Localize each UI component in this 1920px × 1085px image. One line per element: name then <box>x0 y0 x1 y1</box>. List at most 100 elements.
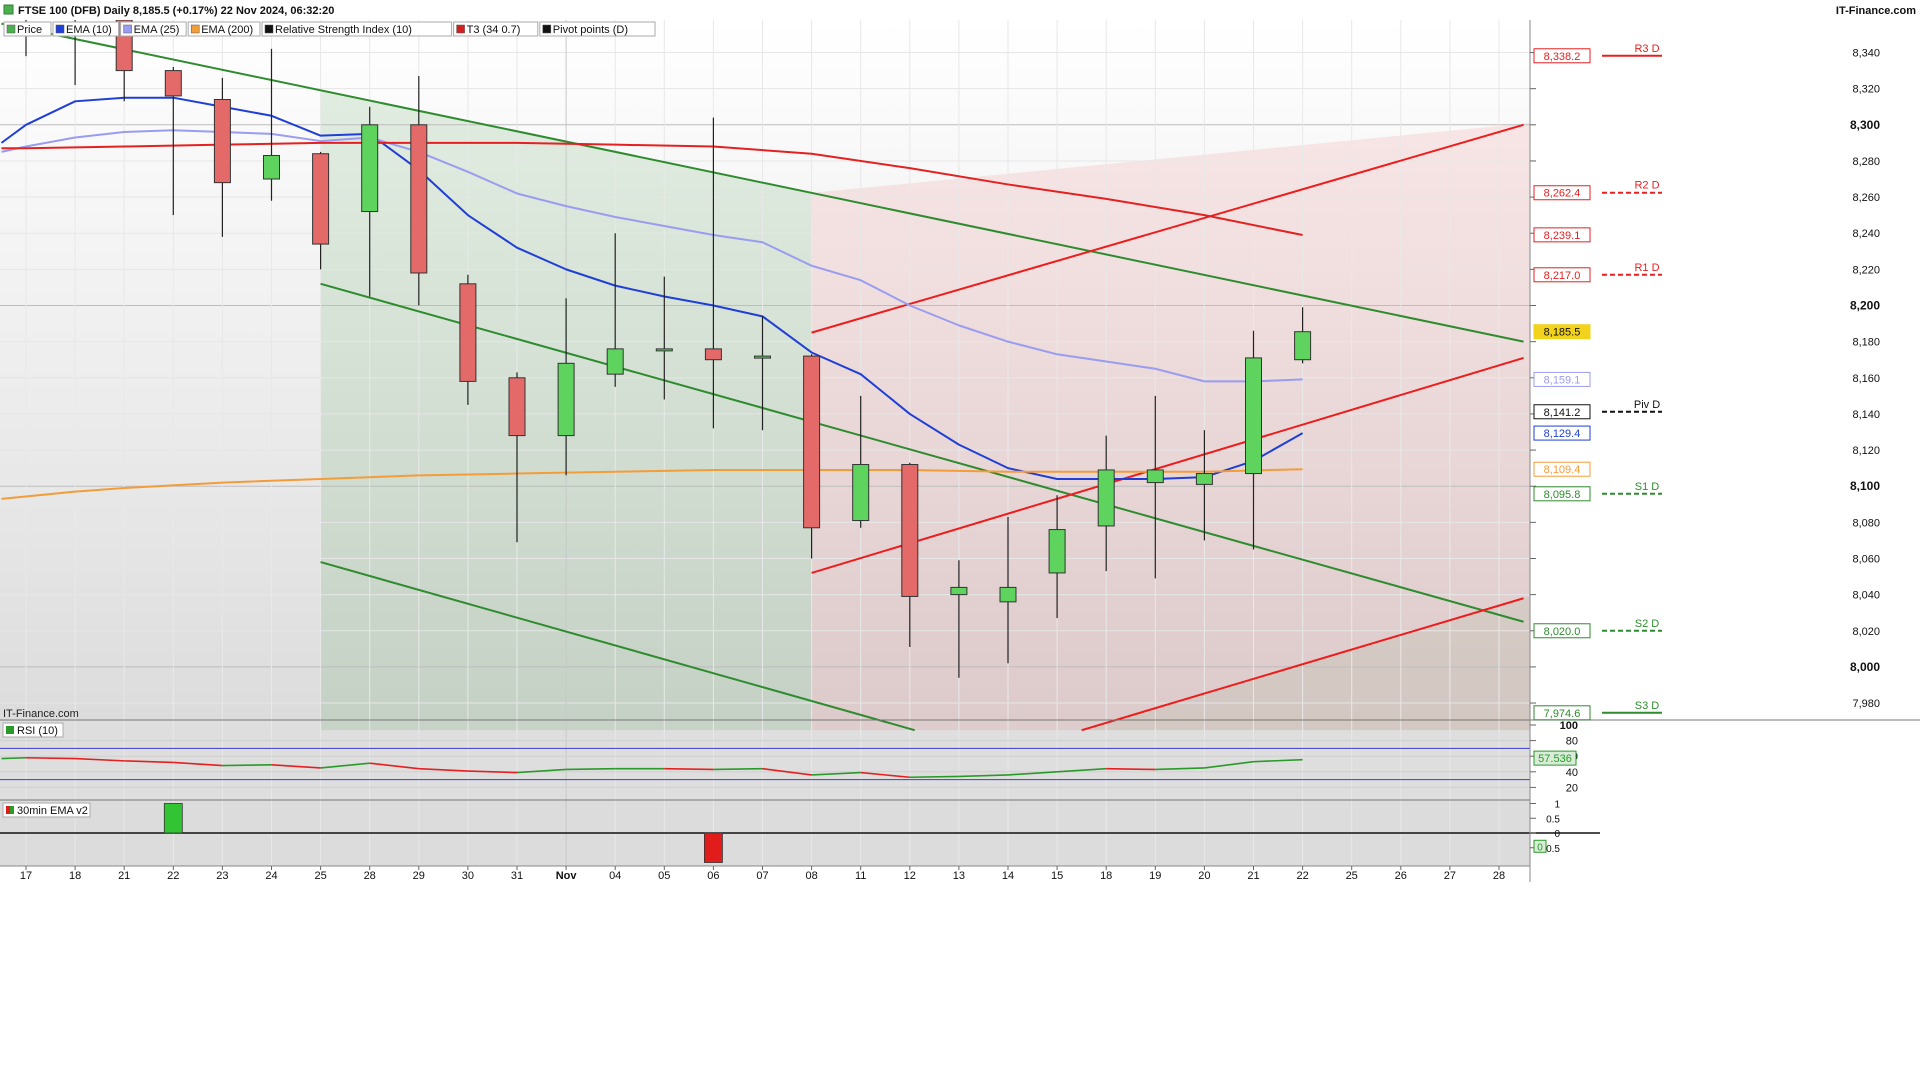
candle-body[interactable] <box>1195 473 1213 485</box>
candle-body[interactable] <box>1097 469 1115 527</box>
rsi-segment <box>713 767 763 771</box>
ema30-bar[interactable] <box>163 803 183 834</box>
legend-label: Price <box>17 24 42 36</box>
rsi-tick-label: 20 <box>1566 782 1578 794</box>
x-tick-label: 15 <box>1051 870 1063 882</box>
candle-body[interactable] <box>950 586 968 596</box>
x-tick-label: 05 <box>658 870 670 882</box>
legend-item-3[interactable]: EMA (200) <box>187 21 261 37</box>
y-tick-label: 8,120 <box>1852 445 1880 457</box>
x-tick-label: 27 <box>1444 870 1456 882</box>
x-tick-label: 06 <box>707 870 719 882</box>
candle-body[interactable] <box>557 362 575 437</box>
candle-body[interactable] <box>1146 469 1164 484</box>
candle-body[interactable] <box>655 348 673 352</box>
price-tag-label: 8,109.4 <box>1544 464 1581 476</box>
legend-swatch <box>6 24 16 34</box>
rsi-segment <box>909 775 959 779</box>
candle-body[interactable] <box>263 155 280 180</box>
y-tick-label: 8,300 <box>1850 118 1880 132</box>
ema30-tick-label: 0.5 <box>1546 814 1560 825</box>
legend-swatch <box>190 24 200 34</box>
legend-item-2[interactable]: EMA (25) <box>120 21 187 37</box>
y-tick-label: 8,160 <box>1852 373 1880 385</box>
x-tick-label: 23 <box>216 870 228 882</box>
watermark: IT-Finance.com <box>3 708 79 720</box>
y-tick-label: 8,280 <box>1852 156 1880 168</box>
legend-item-5[interactable]: T3 (34 0.7) <box>453 21 539 37</box>
ema30-legend-swatch <box>10 806 14 814</box>
candle-body[interactable] <box>1048 529 1066 574</box>
brand-label: IT-Finance.com <box>1836 5 1916 17</box>
x-tick-label: 18 <box>69 870 81 882</box>
candle-body[interactable] <box>803 355 821 529</box>
x-tick-label: 12 <box>904 870 916 882</box>
x-tick-label: 29 <box>413 870 425 882</box>
x-tick-label: 13 <box>953 870 965 882</box>
candle-body[interactable] <box>852 464 870 522</box>
ema30-legend-swatch <box>6 806 10 814</box>
y-tick-label: 8,320 <box>1852 84 1880 96</box>
price-tag-label: 8,338.2 <box>1544 51 1581 63</box>
pivot-label: R3 D <box>1634 43 1659 55</box>
legend-item-0[interactable]: Price <box>3 21 52 37</box>
candle-body[interactable] <box>754 355 771 359</box>
pivot-label: Piv D <box>1634 399 1660 411</box>
legend-swatch <box>456 24 465 34</box>
rsi-segment <box>1106 767 1156 771</box>
y-tick-label: 8,040 <box>1852 590 1880 602</box>
chart-canvas[interactable]: R3 D R2 D R1 D Piv D S1 D S2 D S3 D RSI (10) 3… <box>0 0 1920 1080</box>
rsi-segment <box>222 763 272 767</box>
price-tag-label: 8,262.4 <box>1544 188 1581 200</box>
x-tick-label: 07 <box>756 870 768 882</box>
x-tick-label: 04 <box>609 870 621 882</box>
legend-label: EMA (10) <box>66 24 112 36</box>
candle-body[interactable] <box>410 124 428 274</box>
legend-swatch <box>123 24 132 34</box>
rsi-segment <box>566 767 616 771</box>
chart-title: FTSE 100 (DFB) Daily 8,185.5 (+0.17%) 22… <box>18 5 334 17</box>
y-tick-label: 8,200 <box>1850 299 1880 313</box>
price-tag-label: 7,974.6 <box>1544 708 1581 720</box>
candle-body[interactable] <box>999 586 1017 603</box>
candle-body[interactable] <box>704 348 722 361</box>
price-tag-label: 8,129.4 <box>1544 428 1581 440</box>
candle-body[interactable] <box>508 377 526 437</box>
y-tick-label: 8,240 <box>1852 228 1880 240</box>
price-tag-label: 8,141.2 <box>1544 407 1581 419</box>
rsi-tick-label: 80 <box>1566 736 1578 748</box>
legend-swatch <box>542 24 552 34</box>
x-tick-label: 26 <box>1395 870 1407 882</box>
pivot-label: R2 D <box>1634 180 1659 192</box>
legend-label: Relative Strength Index (10) <box>275 24 412 36</box>
legend-item-4[interactable]: Relative Strength Index (10) <box>261 21 453 37</box>
rsi-segment <box>1 756 27 760</box>
x-tick-label: 18 <box>1100 870 1112 882</box>
ema30-tick-label: 0 <box>1554 829 1560 840</box>
candle-body[interactable] <box>901 464 919 597</box>
legend-label: EMA (25) <box>134 24 180 36</box>
pivot-label: S2 D <box>1635 618 1660 630</box>
candle-body[interactable] <box>606 348 624 375</box>
x-tick-label: 28 <box>1493 870 1505 882</box>
candle-body[interactable] <box>164 70 182 97</box>
price-tag-label: 8,239.1 <box>1544 230 1581 242</box>
candle-body[interactable] <box>213 99 231 184</box>
legend-item-1[interactable]: EMA (10) <box>52 21 120 37</box>
pivot-label: S1 D <box>1635 481 1660 493</box>
candle-body[interactable] <box>1294 331 1312 361</box>
candle-body[interactable] <box>459 283 477 382</box>
price-tag-label: 8,217.0 <box>1544 270 1581 282</box>
legend-item-6[interactable]: Pivot points (D) <box>539 21 656 37</box>
ema30-bar[interactable] <box>704 832 723 863</box>
y-tick-label: 8,060 <box>1852 553 1880 565</box>
y-tick-label: 8,220 <box>1852 264 1880 276</box>
y-tick-label: 8,260 <box>1852 192 1880 204</box>
y-tick-label: 8,100 <box>1850 479 1880 493</box>
x-tick-label: 30 <box>462 870 474 882</box>
candle-body[interactable] <box>1245 357 1262 475</box>
candle-body[interactable] <box>361 124 379 213</box>
legend-swatch <box>264 24 274 34</box>
candle-body[interactable] <box>312 153 330 245</box>
x-tick-label: 28 <box>364 870 376 882</box>
